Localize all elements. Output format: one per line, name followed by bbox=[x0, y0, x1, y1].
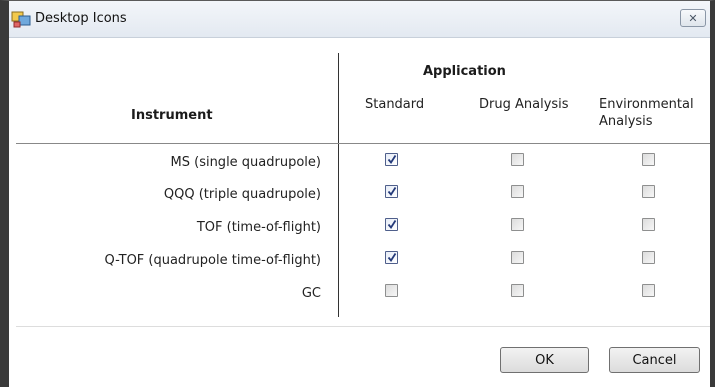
row-label: TOF (time-of-flight) bbox=[196, 220, 321, 235]
column-header-drug-analysis: Drug Analysis bbox=[479, 97, 569, 112]
checkbox-standard[interactable] bbox=[385, 185, 398, 198]
column-divider bbox=[338, 53, 339, 317]
checkbox-standard[interactable] bbox=[385, 284, 398, 297]
row-label: QQQ (triple quadrupole) bbox=[163, 187, 321, 202]
checkmark-icon bbox=[387, 253, 397, 263]
instrument-column-header: Instrument bbox=[131, 108, 213, 123]
checkbox-environmental-analysis[interactable] bbox=[642, 153, 655, 166]
checkbox-environmental-analysis[interactable] bbox=[642, 185, 655, 198]
desktop-icons-dialog: Desktop Icons ✕ Application Instrument S… bbox=[0, 0, 715, 387]
checkbox-environmental-analysis[interactable] bbox=[642, 218, 655, 231]
checkbox-standard[interactable] bbox=[385, 218, 398, 231]
checkbox-drug-analysis[interactable] bbox=[511, 251, 524, 264]
checkmark-icon bbox=[387, 155, 397, 165]
cancel-button[interactable]: Cancel bbox=[609, 347, 700, 373]
column-header-standard: Standard bbox=[365, 97, 425, 112]
checkmark-icon bbox=[387, 187, 397, 197]
checkbox-standard[interactable] bbox=[385, 251, 398, 264]
checkmark-icon bbox=[387, 220, 397, 230]
desktop-icons-app-icon bbox=[11, 10, 31, 28]
checkbox-drug-analysis[interactable] bbox=[511, 185, 524, 198]
checkbox-drug-analysis[interactable] bbox=[511, 153, 524, 166]
window-title: Desktop Icons bbox=[35, 11, 127, 26]
ok-button[interactable]: OK bbox=[500, 347, 589, 373]
row-label: Q-TOF (quadrupole time-of-flight) bbox=[104, 253, 321, 268]
checkbox-environmental-analysis[interactable] bbox=[642, 284, 655, 297]
title-bar[interactable]: Desktop Icons ✕ bbox=[9, 1, 710, 38]
footer-divider bbox=[16, 326, 710, 327]
checkbox-drug-analysis[interactable] bbox=[511, 284, 524, 297]
row-label: MS (single quadrupole) bbox=[170, 155, 321, 170]
close-icon: ✕ bbox=[688, 11, 698, 25]
application-group-header: Application bbox=[423, 64, 506, 79]
column-header-environmental-analysis: Environmental Analysis bbox=[599, 97, 694, 129]
checkbox-standard[interactable] bbox=[385, 153, 398, 166]
instrument-application-table: Application Instrument Standard Drug Ana… bbox=[9, 38, 710, 320]
checkbox-drug-analysis[interactable] bbox=[511, 218, 524, 231]
row-label: GC bbox=[301, 286, 321, 301]
close-button[interactable]: ✕ bbox=[680, 9, 706, 27]
checkbox-environmental-analysis[interactable] bbox=[642, 251, 655, 264]
header-divider bbox=[16, 143, 710, 144]
